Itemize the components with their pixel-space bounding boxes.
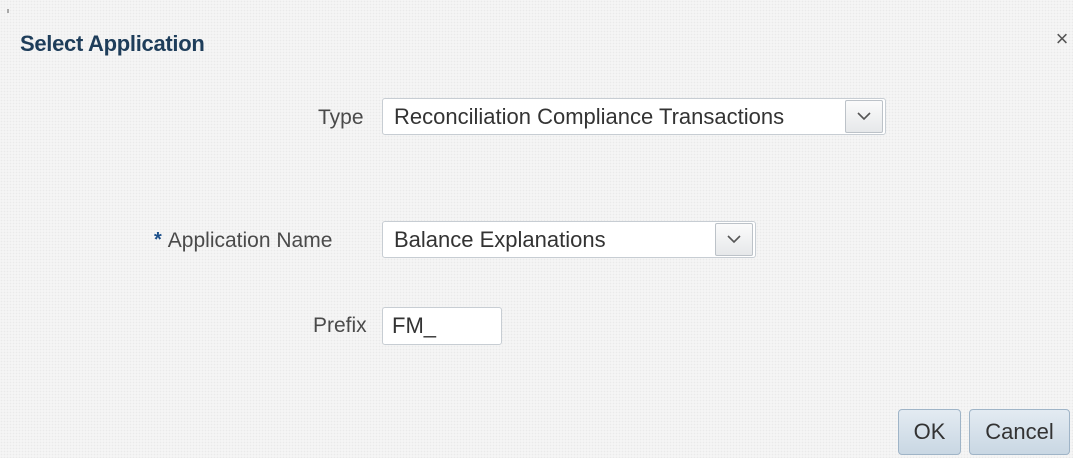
close-icon[interactable]: ×	[1053, 28, 1071, 50]
chevron-down-icon	[857, 112, 871, 121]
application-name-select[interactable]: Balance Explanations	[382, 221, 756, 258]
required-indicator: *	[154, 229, 162, 251]
prefix-row: Prefix	[313, 307, 367, 345]
prefix-input[interactable]: FM_	[382, 307, 502, 345]
application-name-label: Application Name	[167, 228, 333, 252]
cancel-button[interactable]: Cancel	[969, 409, 1070, 455]
application-name-select-value: Balance Explanations	[394, 227, 606, 252]
prefix-input-value: FM_	[392, 313, 436, 338]
type-label: Type	[318, 105, 364, 129]
type-row: Type	[318, 99, 364, 136]
type-dropdown-button[interactable]	[845, 100, 883, 133]
type-select-value: Reconciliation Compliance Transactions	[394, 104, 785, 129]
ok-button[interactable]: OK	[898, 409, 961, 455]
application-name-row: * Application Name	[154, 222, 332, 259]
chevron-down-icon	[727, 235, 741, 244]
corner-mark	[7, 9, 9, 13]
dialog-title: Select Application	[20, 31, 205, 56]
prefix-label: Prefix	[313, 314, 367, 337]
application-name-dropdown-button[interactable]	[715, 223, 753, 256]
select-application-dialog: Select Application × Type Reconciliation…	[0, 0, 1073, 458]
type-select[interactable]: Reconciliation Compliance Transactions	[382, 98, 886, 135]
